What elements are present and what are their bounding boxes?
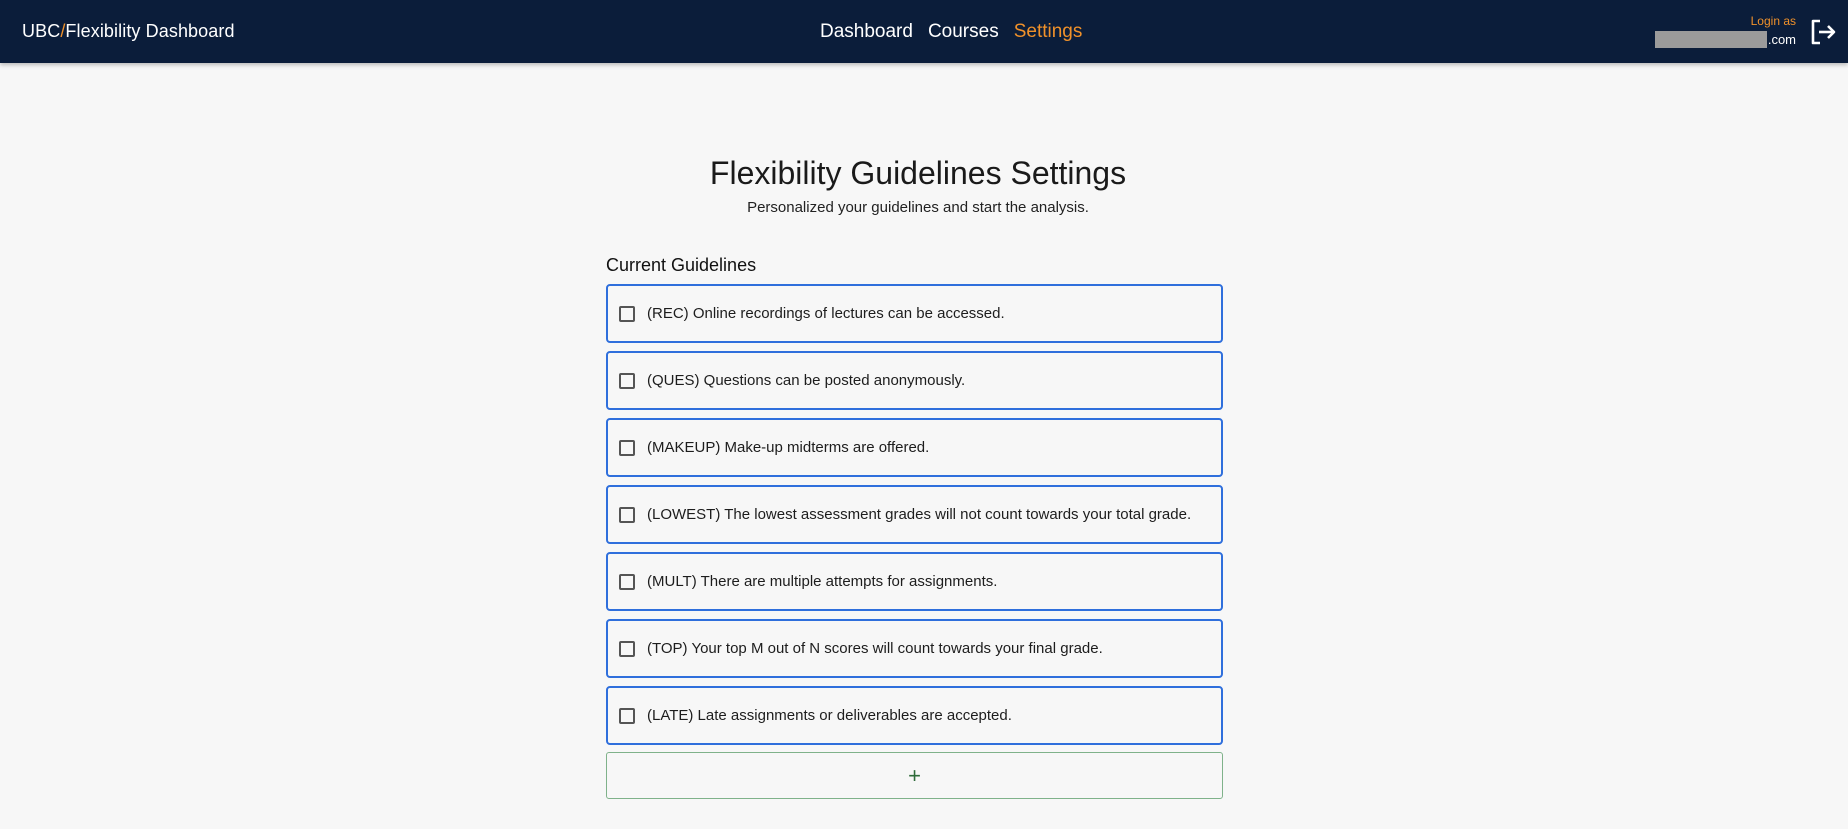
guideline-item-late[interactable]: (LATE) Late assignments or deliverables … [606, 686, 1223, 745]
login-as-label: Login as [1750, 14, 1796, 28]
nav-courses[interactable]: Courses [928, 21, 999, 43]
guideline-checkbox[interactable] [619, 506, 635, 523]
guideline-label: (MULT) There are multiple attempts for a… [647, 573, 998, 590]
guideline-checkbox[interactable] [619, 305, 635, 322]
guideline-checkbox[interactable] [619, 573, 635, 590]
logout-icon[interactable] [1808, 17, 1838, 47]
page-title: Flexibility Guidelines Settings [709, 155, 1127, 191]
page-subtitle: Personalized your guidelines and start t… [747, 199, 1089, 216]
guideline-item-ques[interactable]: (QUES) Questions can be posted anonymous… [606, 351, 1223, 410]
guideline-label: (LOWEST) The lowest assessment grades wi… [647, 506, 1192, 523]
nav-settings[interactable]: Settings [1014, 21, 1083, 43]
plus-icon: + [908, 762, 921, 788]
guideline-item-lowest[interactable]: (LOWEST) The lowest assessment grades wi… [606, 485, 1223, 544]
guideline-checkbox[interactable] [619, 640, 635, 657]
user-email: .com [1654, 29, 1796, 49]
guideline-item-makeup[interactable]: (MAKEUP) Make-up midterms are offered. [606, 418, 1223, 477]
guideline-item-mult[interactable]: (MULT) There are multiple attempts for a… [606, 552, 1223, 611]
email-redaction [1654, 30, 1767, 48]
guidelines-list: (REC) Online recordings of lectures can … [606, 284, 1223, 753]
guideline-label: (LATE) Late assignments or deliverables … [647, 707, 1012, 724]
nav-dashboard[interactable]: Dashboard [820, 21, 913, 43]
user-info: Login as .com [1654, 13, 1796, 49]
main-nav: Dashboard Courses Settings [820, 0, 1097, 63]
current-guidelines-heading: Current Guidelines [606, 255, 757, 275]
add-guideline-button[interactable]: + [606, 752, 1223, 799]
guideline-label: (MAKEUP) Make-up midterms are offered. [647, 439, 930, 456]
brand-logo-text[interactable]: UBC/Flexibility Dashboard [22, 0, 235, 63]
guideline-label: (QUES) Questions can be posted anonymous… [647, 372, 966, 389]
brand-name: Flexibility Dashboard [65, 21, 235, 41]
guideline-label: (TOP) Your top M out of N scores will co… [647, 640, 1103, 657]
guideline-label: (REC) Online recordings of lectures can … [647, 305, 1005, 322]
guideline-item-top[interactable]: (TOP) Your top M out of N scores will co… [606, 619, 1223, 678]
guideline-checkbox[interactable] [619, 439, 635, 456]
email-suffix: .com [1767, 31, 1796, 47]
guideline-checkbox[interactable] [619, 372, 635, 389]
guideline-item-rec[interactable]: (REC) Online recordings of lectures can … [606, 284, 1223, 343]
brand-prefix: UBC [22, 21, 61, 41]
top-navbar: UBC/Flexibility Dashboard Dashboard Cour… [0, 0, 1848, 63]
guideline-checkbox[interactable] [619, 707, 635, 724]
